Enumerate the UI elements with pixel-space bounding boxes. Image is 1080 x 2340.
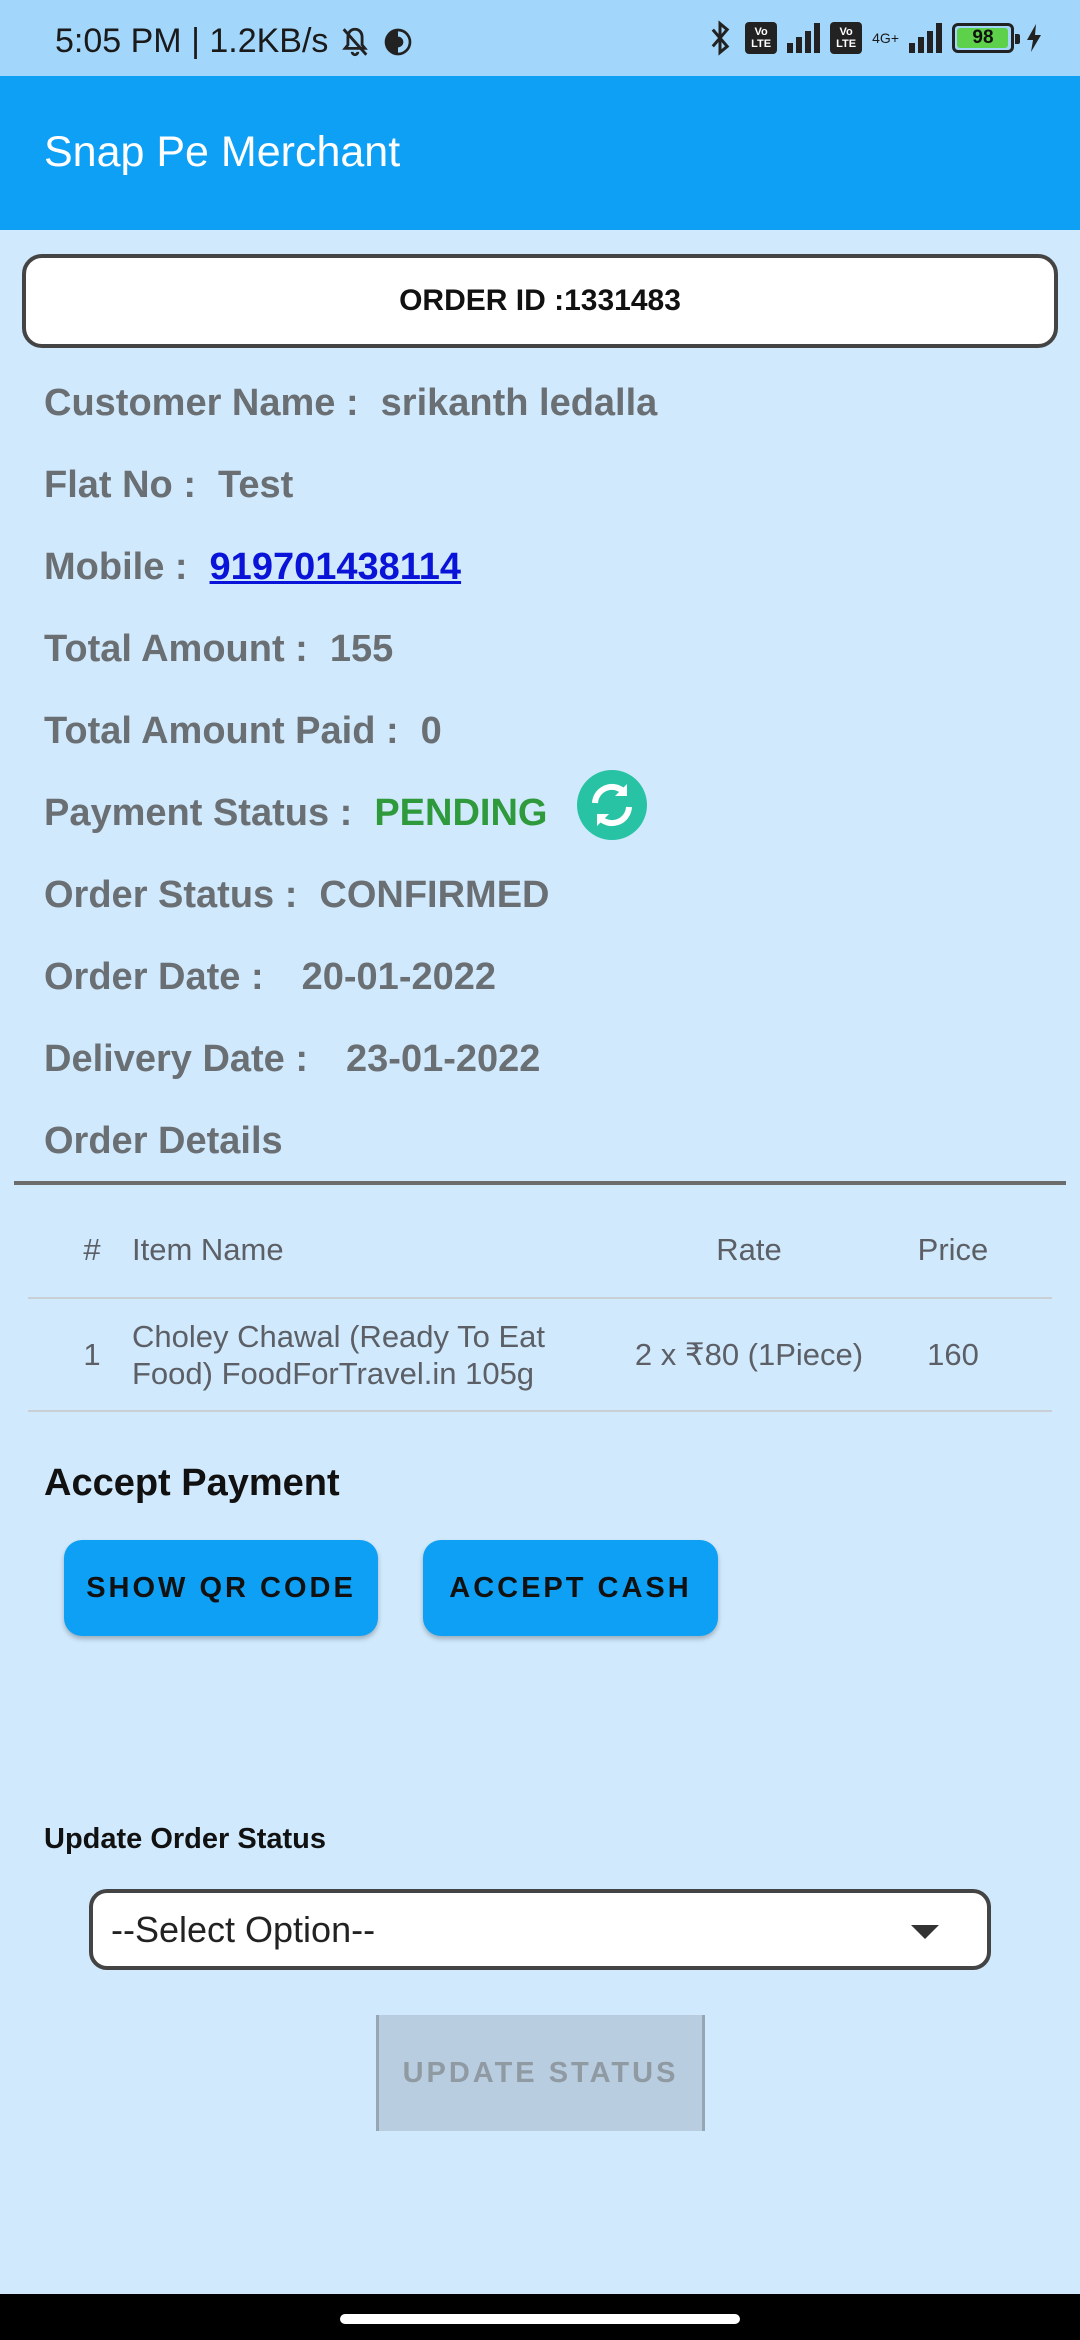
- flat-no-row: Flat No : Test: [44, 464, 293, 507]
- update-order-status-label: Update Order Status: [44, 1823, 326, 1855]
- order-id-box: ORDER ID :1331483: [22, 254, 1058, 348]
- payment-status-row: Payment Status : PENDING: [44, 792, 547, 835]
- payment-status-value: PENDING: [374, 792, 548, 834]
- navigation-bar: [0, 2294, 1080, 2340]
- chevron-down-icon: [911, 1925, 939, 1939]
- customer-name-value: srikanth ledalla: [380, 382, 658, 424]
- status-bar: 5:05 PM | 1.2KB/s Vo LTE Vo LTE 4G+ 98: [0, 0, 1080, 76]
- mobile-label: Mobile :: [44, 546, 188, 588]
- mobile-link[interactable]: 919701438114: [210, 546, 462, 588]
- order-status-select[interactable]: --Select Option--: [89, 1889, 991, 1970]
- customer-name-row: Customer Name : srikanth ledalla: [44, 382, 657, 425]
- status-left: 5:05 PM | 1.2KB/s: [55, 22, 414, 61]
- divider: [14, 1181, 1066, 1185]
- muted-bell-icon: [342, 27, 369, 56]
- home-handle[interactable]: [340, 2314, 740, 2324]
- header-price: Price: [917, 1231, 989, 1267]
- app-bar: Snap Pe Merchant: [0, 76, 1080, 230]
- mobile-row: Mobile : 919701438114: [44, 546, 461, 589]
- customer-name-label: Customer Name :: [44, 382, 359, 424]
- row-rate: 2 x ₹80 (1Piece): [634, 1336, 864, 1372]
- signal-icon: [787, 23, 821, 53]
- table-header-row: # Item Name Rate Price: [28, 1202, 1052, 1299]
- battery-level: 98: [972, 27, 994, 48]
- volte-icon-2: Vo LTE: [830, 22, 863, 54]
- order-date-row: Order Date : 20-01-2022: [44, 956, 496, 999]
- signal-icon-2: [909, 23, 942, 53]
- flat-no-value: Test: [217, 464, 294, 506]
- amount-paid-label: Total Amount Paid :: [44, 710, 399, 752]
- total-amount-value: 155: [329, 628, 394, 670]
- flat-no-label: Flat No :: [44, 464, 196, 506]
- order-items-table: # Item Name Rate Price 1 Choley Chawal (…: [28, 1202, 1052, 1412]
- delivery-date-value: 23-01-2022: [346, 1038, 541, 1080]
- update-status-button[interactable]: UPDATE STATUS: [376, 2015, 705, 2131]
- accept-cash-button[interactable]: ACCEPT CASH: [423, 1540, 718, 1636]
- order-date-label: Order Date :: [44, 956, 264, 998]
- amount-paid-value: 0: [420, 710, 442, 752]
- show-qr-code-button[interactable]: SHOW QR CODE: [64, 1540, 378, 1636]
- order-date-value: 20-01-2022: [301, 956, 497, 998]
- header-rate: Rate: [716, 1231, 782, 1267]
- order-status-row: Order Status : CONFIRMED: [44, 874, 550, 917]
- table-row: 1 Choley Chawal (Ready To Eat Food) Food…: [28, 1299, 1052, 1412]
- refresh-icon: [592, 783, 632, 827]
- header-num: #: [83, 1231, 101, 1267]
- status-right: Vo LTE Vo LTE 4G+ 98: [705, 20, 1044, 56]
- order-status-value: CONFIRMED: [319, 874, 550, 916]
- amount-paid-row: Total Amount Paid : 0: [44, 710, 442, 753]
- status-time: 5:05 PM | 1.2KB/s: [55, 22, 329, 60]
- row-item-name: Choley Chawal (Ready To Eat Food) FoodFo…: [132, 1318, 545, 1391]
- charging-icon: [1027, 24, 1041, 52]
- total-amount-label: Total Amount :: [44, 628, 308, 670]
- order-status-label: Order Status :: [44, 874, 298, 916]
- order-details-heading: Order Details: [44, 1120, 283, 1162]
- network-type: 4G+: [872, 30, 899, 46]
- delivery-date-row: Delivery Date : 23-01-2022: [44, 1038, 540, 1081]
- accept-payment-heading: Accept Payment: [44, 1462, 340, 1504]
- battery-icon: 98: [952, 23, 1020, 53]
- delivery-date-label: Delivery Date :: [44, 1038, 309, 1080]
- payment-status-label: Payment Status :: [44, 792, 353, 834]
- row-num: 1: [83, 1336, 101, 1372]
- total-amount-row: Total Amount : 155: [44, 628, 393, 671]
- data-saver-icon: [385, 28, 412, 55]
- app-title: Snap Pe Merchant: [44, 128, 401, 176]
- refresh-payment-button[interactable]: [577, 770, 647, 840]
- header-item-name: Item Name: [132, 1232, 284, 1267]
- volte-icon: Vo LTE: [745, 22, 778, 54]
- select-value: --Select Option--: [111, 1908, 376, 1950]
- row-price: 160: [927, 1336, 979, 1372]
- bluetooth-icon: [711, 20, 730, 56]
